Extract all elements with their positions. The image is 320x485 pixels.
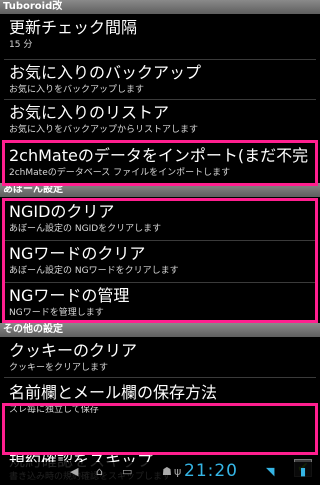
setting-name-mail-save-method[interactable]: 名前欄とメール欄の保存方法 スレ毎に独立して保存: [0, 378, 320, 420]
status-clock: 21:20: [184, 461, 238, 481]
setting-summary: スレ毎に独立して保存: [9, 405, 99, 415]
setting-favorites-backup[interactable]: お気に入りのバックアップ お気に入りをバックアップします: [0, 60, 320, 99]
home-icon[interactable]: ⌂: [96, 465, 103, 478]
setting-clear-cookies[interactable]: クッキーのクリア クッキーをクリアします: [0, 338, 320, 377]
setting-summary: あぼーん設定の NGIDをクリアします: [9, 224, 162, 234]
setting-title: NGIDのクリア: [9, 202, 115, 221]
section-header-other: その他の設定: [0, 323, 320, 337]
setting-summary: 15 分: [9, 40, 33, 50]
setting-clear-ngword[interactable]: NGワードのクリア あぼーん設定の NGワードをクリアします: [0, 241, 320, 282]
setting-summary: お気に入りをバックアップします: [9, 85, 145, 95]
setting-summary: お気に入りをバックアップからリストアします: [9, 125, 199, 135]
system-navigation-bar: ◀ ⌂ ▭ ☗ ψ 21:20 ◥ ▮: [0, 461, 320, 481]
recent-apps-icon[interactable]: ▭: [122, 465, 132, 478]
android-icon: ☗: [162, 465, 172, 478]
battery-icon: ▮: [300, 465, 307, 478]
setting-title: お気に入りのリストア: [9, 103, 170, 122]
setting-title: NGワードの管理: [9, 286, 130, 305]
setting-title: 名前欄とメール欄の保存方法: [9, 383, 218, 402]
setting-summary: クッキーをクリアします: [9, 363, 109, 373]
wifi-icon: ◥: [266, 465, 275, 478]
setting-update-interval[interactable]: 更新チェック間隔 15 分: [0, 15, 320, 59]
setting-manage-ngword[interactable]: NGワードの管理 NGワードを管理します: [0, 283, 320, 321]
setting-summary: あぼーん設定の NGワードをクリアします: [9, 266, 179, 276]
setting-favorites-restore[interactable]: お気に入りのリストア お気に入りをバックアップからリストアします: [0, 100, 320, 140]
setting-title: お気に入りのバックアップ: [9, 63, 202, 82]
setting-title: クッキーのクリア: [9, 341, 138, 360]
app-title-bar: Tuboroid改: [0, 0, 320, 14]
setting-summary: 2chMateのデータベース ファイルをインポートします: [9, 168, 231, 178]
setting-import-2chmate[interactable]: 2chMateのデータをインポート(まだ不完 2chMateのデータベース ファ…: [0, 141, 320, 183]
setting-title: 更新チェック間隔: [9, 18, 138, 37]
setting-clear-ngid[interactable]: NGIDのクリア あぼーん設定の NGIDをクリアします: [0, 198, 320, 240]
setting-title: 2chMateのデータをインポート(まだ不完: [9, 146, 309, 165]
usb-icon: ψ: [174, 465, 182, 478]
back-icon[interactable]: ◀: [70, 465, 78, 478]
setting-title: NGワードのクリア: [9, 244, 146, 263]
setting-summary: NGワードを管理します: [9, 308, 104, 318]
section-header-abone: あぼーん設定: [0, 183, 320, 197]
